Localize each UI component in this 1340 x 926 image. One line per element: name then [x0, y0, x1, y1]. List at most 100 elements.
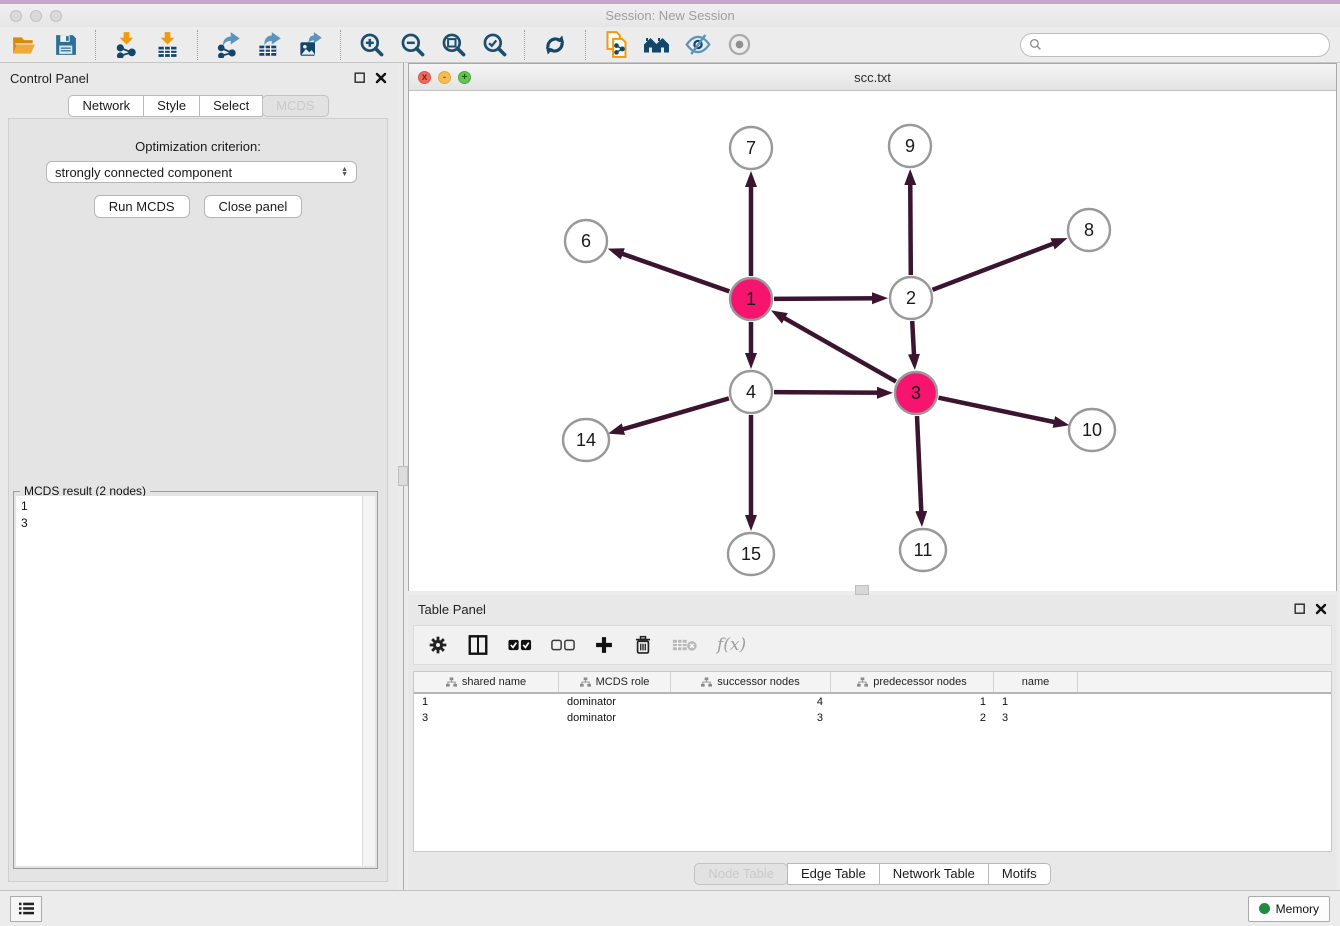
- show-graphics-details-button[interactable]: [725, 31, 753, 59]
- float-panel-icon[interactable]: [354, 72, 366, 84]
- column-header-name[interactable]: name: [994, 672, 1078, 692]
- cell-predecessor-nodes[interactable]: 1: [831, 696, 994, 708]
- cell-successor-nodes[interactable]: 4: [671, 696, 831, 708]
- tab-node-table[interactable]: Node Table: [694, 863, 788, 885]
- mcds-tab-content: Optimization criterion: strongly connect…: [8, 118, 388, 882]
- close-panel-icon[interactable]: [375, 72, 387, 84]
- cell-predecessor-nodes[interactable]: 2: [831, 712, 994, 724]
- graph-node-4[interactable]: 4: [730, 371, 772, 413]
- tab-network-table[interactable]: Network Table: [879, 863, 989, 885]
- table-row[interactable]: 1dominator411: [414, 694, 1331, 710]
- zoom-in-icon: [358, 31, 385, 58]
- cell-MCDS-role[interactable]: dominator: [559, 696, 671, 708]
- graph-node-9[interactable]: 9: [889, 125, 931, 167]
- clone-network-icon: [603, 31, 630, 58]
- column-header-shared-name[interactable]: shared name: [414, 672, 559, 692]
- open-folder-icon: [11, 32, 37, 58]
- graph-node-15[interactable]: 15: [728, 533, 774, 575]
- graph-edge-2-8[interactable]: [933, 240, 1062, 289]
- column-header-MCDS-role[interactable]: MCDS role: [559, 672, 671, 692]
- result-scrollbar[interactable]: [362, 496, 375, 866]
- graph-node-10[interactable]: 10: [1069, 409, 1115, 451]
- graph-edge-4-3[interactable]: [774, 392, 887, 393]
- open-session-button[interactable]: [10, 31, 38, 59]
- table-row[interactable]: 3dominator323: [414, 710, 1331, 726]
- graph-edge-3-11[interactable]: [917, 416, 922, 521]
- cell-MCDS-role[interactable]: dominator: [559, 712, 671, 724]
- cell-name[interactable]: 1: [994, 696, 1078, 708]
- splitter-handle[interactable]: [398, 466, 408, 486]
- save-session-button[interactable]: [51, 31, 79, 59]
- graph-node-14[interactable]: 14: [563, 419, 609, 461]
- cell-name[interactable]: 3: [994, 712, 1078, 724]
- clone-network-button[interactable]: [602, 31, 630, 59]
- graph-node-6[interactable]: 6: [565, 220, 607, 262]
- graph-edge-1-2[interactable]: [774, 298, 882, 299]
- column-header-predecessor-nodes[interactable]: predecessor nodes: [831, 672, 994, 692]
- toolbar-separator: [197, 30, 198, 60]
- tab-mcds[interactable]: MCDS: [262, 95, 328, 117]
- close-panel-button[interactable]: Close panel: [204, 195, 303, 218]
- svg-text:1: 1: [746, 289, 756, 309]
- hide-graphics-details-button[interactable]: [684, 31, 712, 59]
- deselect-all-columns-button[interactable]: [551, 639, 575, 651]
- show-columns-button[interactable]: [467, 634, 489, 656]
- graph-node-8[interactable]: 8: [1068, 209, 1110, 251]
- svg-text:8: 8: [1084, 220, 1094, 240]
- mcds-result-area[interactable]: 1 3: [16, 496, 375, 866]
- tab-motifs[interactable]: Motifs: [988, 863, 1051, 885]
- zoom-selected-button[interactable]: [480, 31, 508, 59]
- node-table[interactable]: shared nameMCDS rolesuccessor nodesprede…: [413, 671, 1332, 852]
- tab-network[interactable]: Network: [68, 95, 144, 117]
- export-network-button[interactable]: [214, 31, 242, 59]
- task-history-button[interactable]: [10, 896, 42, 922]
- graph-edge-2-3[interactable]: [912, 321, 914, 364]
- refresh-button[interactable]: [541, 31, 569, 59]
- window-resize-grip[interactable]: [855, 585, 869, 595]
- graph-edge-3-1[interactable]: [776, 313, 896, 381]
- column-header-successor-nodes[interactable]: successor nodes: [671, 672, 831, 692]
- graph-node-2[interactable]: 2: [890, 277, 932, 319]
- export-image-button[interactable]: [296, 31, 324, 59]
- graph-node-11[interactable]: 11: [900, 529, 946, 571]
- graph-node-3[interactable]: 3: [895, 372, 937, 414]
- graph-node-7[interactable]: 7: [730, 127, 772, 169]
- function-builder-button: f(x): [717, 635, 746, 655]
- zoom-fit-button[interactable]: [439, 31, 467, 59]
- panel-splitter[interactable]: [397, 63, 408, 890]
- graph-edge-4-14[interactable]: [614, 398, 729, 432]
- first-neighbors-button[interactable]: [643, 31, 671, 59]
- graph-edge-3-10[interactable]: [939, 398, 1064, 424]
- graph-edge-1-6[interactable]: [613, 251, 729, 292]
- zoom-out-button[interactable]: [398, 31, 426, 59]
- import-table-button[interactable]: [153, 31, 181, 59]
- zoom-in-button[interactable]: [357, 31, 385, 59]
- optimization-select[interactable]: strongly connected component ▲▼: [46, 161, 357, 183]
- search-box[interactable]: [1020, 33, 1330, 57]
- cell-successor-nodes[interactable]: 3: [671, 712, 831, 724]
- search-input[interactable]: [1047, 37, 1321, 53]
- network-window-titlebar[interactable]: x - + scc.txt: [409, 64, 1336, 91]
- run-mcds-button[interactable]: Run MCDS: [94, 195, 190, 218]
- cell-shared-name[interactable]: 3: [414, 712, 559, 724]
- mcds-result-lines: 1 3: [16, 496, 375, 534]
- cell-shared-name[interactable]: 1: [414, 696, 559, 708]
- create-column-button[interactable]: [594, 635, 614, 655]
- graph-edge-2-9[interactable]: [910, 175, 911, 275]
- tab-select[interactable]: Select: [199, 95, 263, 117]
- network-graph-canvas[interactable]: 1 2 3 4 6 7 8 9 10 11 14 15: [409, 91, 1336, 591]
- tab-edge-table[interactable]: Edge Table: [787, 863, 880, 885]
- float-panel-icon[interactable]: [1294, 603, 1306, 615]
- svg-text:9: 9: [905, 136, 915, 156]
- import-network-button[interactable]: [112, 31, 140, 59]
- table-settings-button[interactable]: [428, 635, 448, 655]
- optimization-select-value: strongly connected component: [55, 165, 232, 180]
- export-image-icon: [297, 31, 324, 58]
- delete-column-button[interactable]: [633, 635, 653, 655]
- memory-button[interactable]: Memory: [1248, 896, 1330, 922]
- tab-style[interactable]: Style: [143, 95, 200, 117]
- export-table-button[interactable]: [255, 31, 283, 59]
- close-panel-icon[interactable]: [1315, 603, 1327, 615]
- select-all-columns-button[interactable]: [508, 639, 532, 651]
- graph-node-1[interactable]: 1: [730, 278, 772, 320]
